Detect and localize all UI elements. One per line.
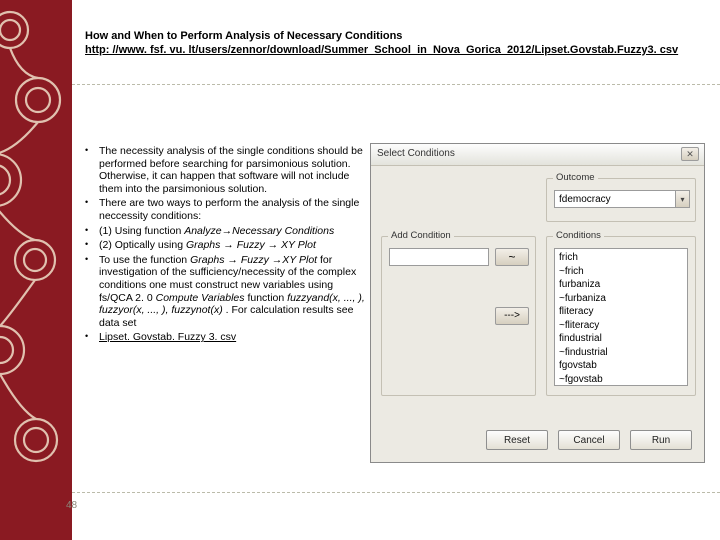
bullet-link[interactable]: Lipset. Govstab. Fuzzy 3. csv [99, 331, 236, 343]
outcome-label: Outcome [553, 172, 598, 183]
list-item[interactable]: fliteracy [559, 305, 683, 319]
conditions-label: Conditions [553, 230, 604, 241]
add-condition-input[interactable] [389, 248, 489, 266]
bullet-text: (1) Using function [99, 225, 184, 237]
ornament-swirls [0, 0, 72, 540]
list-item: To use the function Graphs → Fuzzy →XY P… [85, 254, 365, 330]
cancel-button[interactable]: Cancel [558, 430, 620, 450]
bullet-list: The necessity analysis of the single con… [85, 145, 365, 346]
divider-bottom [72, 492, 720, 493]
bullet-text-italic: Graphs → Fuzzy → XY Plot [186, 239, 316, 251]
list-item[interactable]: findustrial [559, 332, 683, 346]
add-arrow-button[interactable]: ---> [495, 307, 529, 325]
slide-url[interactable]: http: //www. fsf. vu. lt/users/zennor/do… [85, 44, 678, 58]
negate-button[interactable]: ~ [495, 248, 529, 266]
outcome-value: fdemocracy [555, 194, 675, 205]
divider-top [72, 84, 720, 85]
dialog-button-row: Reset Cancel Run [486, 430, 692, 450]
dialog-titlebar: Select Conditions ✕ [371, 144, 704, 166]
close-icon: ✕ [686, 149, 694, 159]
bullet-text: (2) Optically using [99, 239, 186, 251]
chevron-down-icon[interactable]: ▾ [675, 191, 689, 207]
outcome-group: Outcome fdemocracy ▾ [546, 178, 696, 222]
dialog-title-text: Select Conditions [377, 148, 455, 159]
list-item[interactable]: frich [559, 251, 683, 265]
outcome-combobox[interactable]: fdemocracy ▾ [554, 190, 690, 208]
run-button[interactable]: Run [630, 430, 692, 450]
conditions-listbox[interactable]: frich ~frich furbaniza ~furbaniza fliter… [554, 248, 688, 386]
bullet-text: There are two ways to perform the analys… [99, 197, 359, 222]
bullet-text-italic: Compute Variables [156, 292, 245, 304]
list-item[interactable]: fgovstab [559, 359, 683, 373]
bullet-text-italic: Analyze→Necessary Conditions [184, 225, 334, 237]
bullet-text-italic: Graphs → Fuzzy →XY Plot [190, 254, 317, 266]
list-item[interactable]: ~furbaniza [559, 292, 683, 306]
list-item: The necessity analysis of the single con… [85, 145, 365, 195]
list-item[interactable]: ~findustrial [559, 346, 683, 360]
add-condition-label: Add Condition [388, 230, 454, 241]
list-item[interactable]: ~fliteracy [559, 319, 683, 333]
page-number: 48 [66, 500, 77, 511]
slide-title: How and When to Perform Analysis of Nece… [85, 30, 402, 42]
add-condition-group: Add Condition ~ ---> [381, 236, 536, 396]
reset-button[interactable]: Reset [486, 430, 548, 450]
bullet-text: To use the function [99, 254, 190, 266]
conditions-group: Conditions frich ~frich furbaniza ~furba… [546, 236, 696, 396]
close-button[interactable]: ✕ [681, 147, 699, 161]
list-item[interactable]: ~frich [559, 265, 683, 279]
list-item: Lipset. Govstab. Fuzzy 3. csv [85, 331, 365, 344]
list-item[interactable]: furbaniza [559, 278, 683, 292]
list-item: (2) Optically using Graphs → Fuzzy → XY … [85, 239, 365, 252]
select-conditions-dialog: Select Conditions ✕ Outcome fdemocracy ▾… [370, 143, 705, 463]
list-item: There are two ways to perform the analys… [85, 197, 365, 222]
bullet-text: function [245, 292, 288, 304]
slide-header: How and When to Perform Analysis of Nece… [85, 30, 685, 58]
slide-decoration [0, 0, 72, 540]
bullet-text: The necessity analysis of the single con… [99, 145, 363, 195]
list-item[interactable]: ~fgovstab [559, 373, 683, 387]
list-item: (1) Using function Analyze→Necessary Con… [85, 225, 365, 238]
